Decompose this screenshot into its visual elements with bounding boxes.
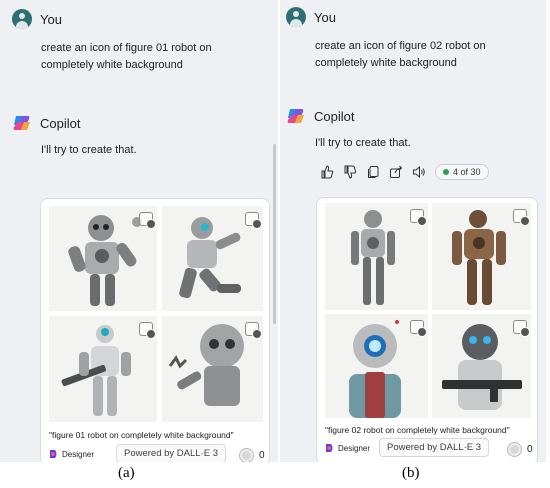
image-options-icon[interactable] — [513, 320, 530, 337]
image-options-icon[interactable] — [513, 209, 530, 226]
generated-image-3[interactable] — [325, 314, 428, 418]
like-count: 0 — [259, 450, 265, 461]
generated-image-3[interactable] — [49, 316, 157, 422]
status-dot-icon — [443, 169, 449, 175]
user-name: You — [40, 11, 62, 27]
like-counter[interactable]: 0 — [508, 443, 533, 456]
designer-badge[interactable]: Designer — [325, 443, 370, 453]
figure-label-b: (b) — [402, 465, 420, 481]
generated-image-4[interactable] — [432, 314, 531, 418]
assistant-header: Copilot — [12, 113, 80, 133]
image-options-icon[interactable] — [139, 322, 156, 339]
response-counter-text: 4 of 30 — [453, 167, 481, 177]
user-avatar — [286, 7, 306, 27]
thumbs-up-icon[interactable] — [320, 165, 334, 179]
image-caption: "figure 02 robot on completely white bac… — [325, 425, 510, 435]
scrollbar[interactable] — [273, 144, 276, 324]
designer-logo-icon — [326, 444, 333, 452]
designer-badge[interactable]: Designer — [49, 449, 94, 459]
figure-label-a: (a) — [118, 465, 135, 481]
like-counter[interactable]: 0 — [240, 449, 265, 462]
chat-panel-b: You create an icon of figure 02 robot on… — [280, 0, 546, 462]
designer-logo-icon — [50, 450, 57, 458]
user-header: You — [286, 7, 336, 27]
like-icon — [240, 449, 253, 462]
assistant-reply: I'll try to create that. — [315, 137, 411, 149]
user-prompt: create an icon of figure 02 robot on com… — [315, 40, 486, 69]
user-name: You — [314, 9, 336, 25]
image-result-card: "figure 02 robot on completely white bac… — [316, 197, 538, 462]
read-aloud-icon[interactable] — [412, 165, 426, 179]
generated-image-1[interactable] — [49, 206, 157, 311]
generated-image-4[interactable] — [162, 316, 263, 422]
assistant-header: Copilot — [286, 106, 354, 126]
share-icon[interactable] — [389, 165, 403, 179]
designer-label: Designer — [338, 443, 371, 453]
user-prompt: create an icon of figure 01 robot on com… — [41, 42, 212, 71]
user-avatar — [12, 9, 32, 29]
powered-by-button[interactable]: Powered by DALL·E 3 — [116, 444, 226, 462]
generated-image-1[interactable] — [325, 203, 428, 310]
image-options-icon[interactable] — [245, 322, 262, 339]
chat-panel-a: You create an icon of figure 01 robot on… — [0, 0, 278, 462]
designer-label: Designer — [62, 449, 95, 459]
generated-image-2[interactable] — [432, 203, 531, 310]
generated-image-2[interactable] — [162, 206, 263, 311]
response-counter: 4 of 30 — [435, 164, 489, 180]
assistant-name: Copilot — [314, 108, 355, 124]
copilot-logo-icon — [13, 116, 30, 130]
image-result-card: "figure 01 robot on completely white bac… — [40, 198, 270, 462]
copy-icon[interactable] — [366, 165, 380, 179]
powered-by-button[interactable]: Powered by DALL·E 3 — [379, 438, 489, 457]
copilot-logo-icon — [287, 109, 304, 123]
response-toolbar: 4 of 30 — [320, 164, 489, 180]
assistant-name: Copilot — [40, 115, 81, 131]
image-options-icon[interactable] — [245, 212, 262, 229]
thumbs-down-icon[interactable] — [343, 165, 357, 179]
assistant-reply: I'll try to create that. — [41, 144, 137, 156]
image-caption: "figure 01 robot on completely white bac… — [49, 430, 234, 440]
like-icon — [508, 443, 521, 456]
image-options-icon[interactable] — [139, 212, 156, 229]
user-header: You — [12, 9, 62, 29]
like-count: 0 — [527, 444, 533, 455]
image-options-icon[interactable] — [410, 320, 427, 337]
image-options-icon[interactable] — [410, 209, 427, 226]
